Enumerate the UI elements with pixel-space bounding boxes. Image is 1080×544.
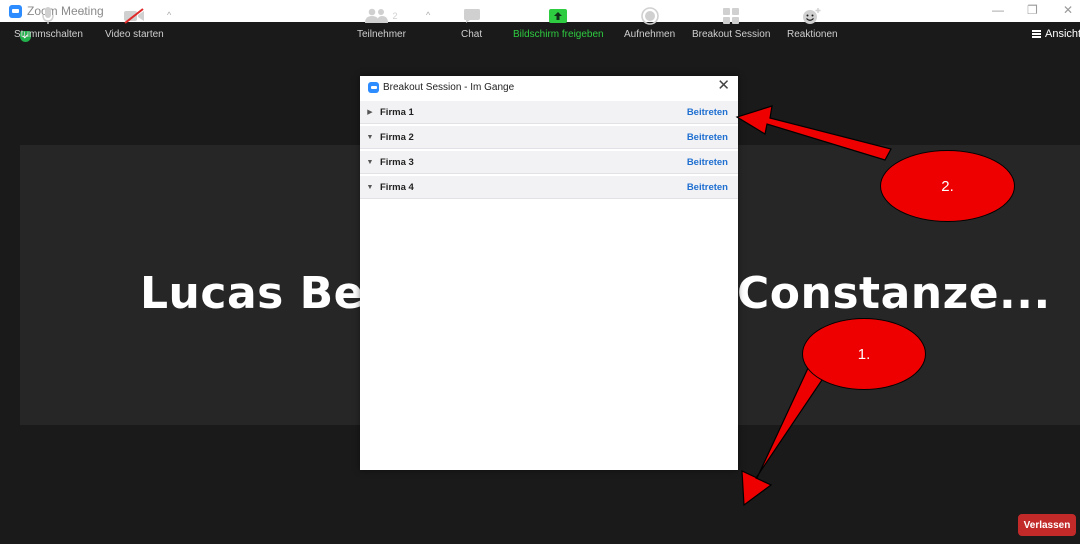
annotation-arrows	[735, 105, 892, 507]
annotation-callout-2-label: 2.	[941, 177, 954, 195]
arrow-to-breakout-button	[741, 365, 827, 507]
annotation-callout-1: 1.	[802, 318, 926, 390]
annotation-callout-2: 2.	[880, 150, 1015, 222]
annotation-callout-1-label: 1.	[857, 345, 871, 363]
arrow-to-join-button	[735, 105, 892, 161]
